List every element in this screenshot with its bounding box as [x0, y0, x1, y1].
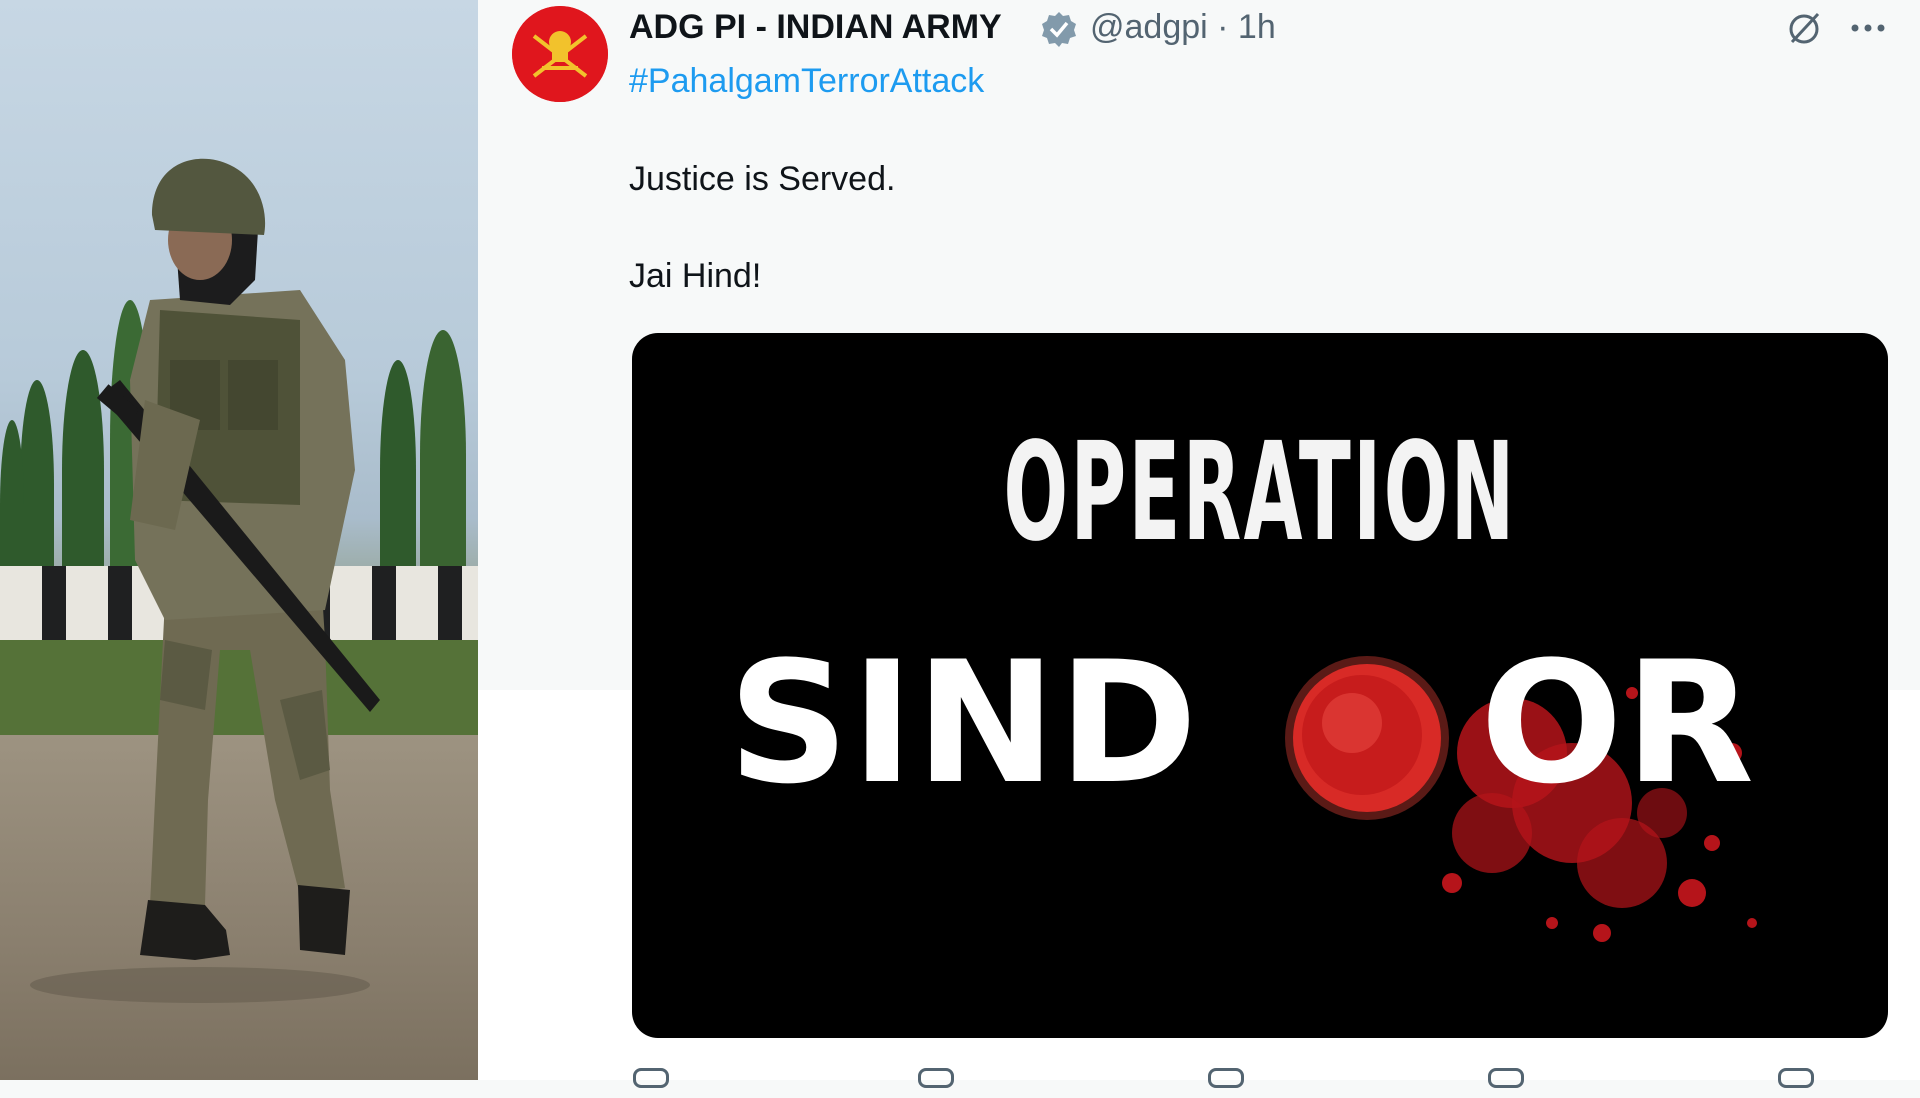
reply-icon[interactable]: [633, 1068, 669, 1098]
verified-badge-icon: [1042, 12, 1076, 47]
like-icon[interactable]: [1208, 1068, 1244, 1098]
sindoor-title-right: OR: [1480, 625, 1757, 821]
tweet-card[interactable]: ADG PI - INDIAN ARMY @adgpi · 1h #Pahalg…: [478, 0, 1920, 1088]
soldier-photo: [0, 0, 478, 1080]
tweet-text-line: Justice is Served.: [629, 160, 896, 198]
hashtag-link[interactable]: #PahalgamTerrorAttack: [629, 62, 984, 101]
operation-title: OPERATION: [1003, 414, 1517, 572]
avatar[interactable]: [512, 6, 608, 102]
views-icon[interactable]: [1488, 1068, 1524, 1098]
display-name[interactable]: ADG PI - INDIAN ARMY: [629, 8, 1002, 47]
handle-and-time[interactable]: @adgpi · 1h: [1090, 8, 1276, 47]
grok-icon[interactable]: [1784, 8, 1824, 48]
tweet-media-image[interactable]: OPERATION SIND OR: [632, 333, 1888, 1038]
tweet-text-line: Jai Hind!: [629, 257, 762, 295]
retweet-icon[interactable]: [918, 1068, 954, 1098]
more-options-icon[interactable]: [1848, 14, 1888, 42]
sindoor-title-left: SIND: [728, 625, 1200, 821]
bookmark-icon[interactable]: [1778, 1068, 1814, 1098]
army-emblem-icon: [512, 6, 608, 102]
soldier-figure: [30, 158, 380, 1003]
sindoor-bowl-icon: [1285, 656, 1449, 820]
